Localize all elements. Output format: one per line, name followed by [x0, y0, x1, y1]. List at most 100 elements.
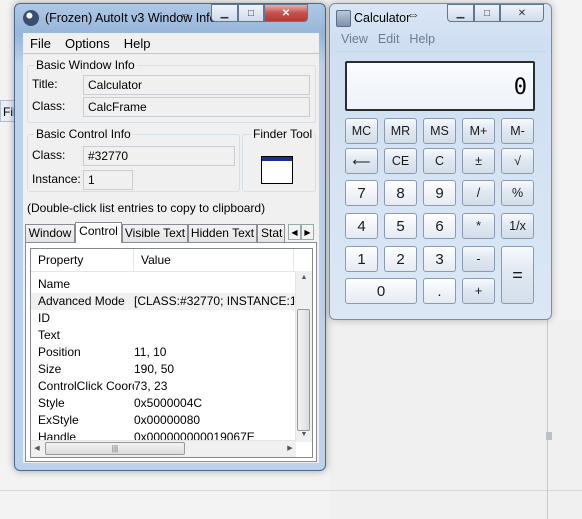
background-divider — [0, 490, 582, 491]
add-button[interactable]: + — [462, 278, 495, 304]
menu-options[interactable]: Options — [58, 36, 117, 51]
control-class-label: Class: — [32, 148, 66, 162]
menu-view[interactable]: View — [336, 32, 373, 46]
minimize-button[interactable]: ▁ — [447, 4, 474, 22]
value-cell — [134, 327, 294, 344]
m-minus-button[interactable]: M- — [501, 118, 534, 144]
hint-text: (Double-click list entries to copy to cl… — [27, 201, 266, 215]
class-field[interactable]: CalcFrame — [83, 97, 310, 117]
digit-3-button[interactable]: 3 — [423, 246, 456, 272]
digit-5-button[interactable]: 5 — [384, 213, 417, 239]
vertical-scrollbar[interactable]: ▲ ▼ — [295, 271, 312, 442]
tab-scroll-left-icon[interactable]: ◀ — [288, 224, 301, 240]
decimal-button[interactable]: . — [423, 278, 456, 304]
multiply-button[interactable]: * — [462, 213, 495, 239]
property-cell: Style — [38, 396, 65, 410]
table-row[interactable]: Text — [31, 327, 301, 344]
m-plus-button[interactable]: M+ — [462, 118, 495, 144]
digit-2-button[interactable]: 2 — [384, 246, 417, 272]
close-button[interactable]: ✕ — [264, 4, 308, 22]
basic-window-info-group: Basic Window Info Title: Calculator Clas… — [27, 58, 316, 123]
table-row[interactable]: Name — [31, 276, 301, 293]
client-area: Basic Window Info Title: Calculator Clas… — [23, 54, 319, 463]
equals-button[interactable]: = — [501, 246, 534, 304]
digit-4-button[interactable]: 4 — [345, 213, 378, 239]
instance-field[interactable]: 1 — [83, 170, 133, 190]
digit-1-button[interactable]: 1 — [345, 246, 378, 272]
property-cell: Position — [38, 345, 81, 359]
close-button[interactable]: ✕ — [500, 4, 544, 22]
table-row[interactable]: Position 11, 10 — [31, 344, 301, 361]
class-label: Class: — [32, 99, 66, 113]
property-cell: Name — [38, 277, 71, 291]
properties-list[interactable]: Property Value Name Advanced Mode [CLASS:#… — [30, 248, 313, 458]
backspace-button[interactable]: ⟵ — [345, 148, 378, 174]
horizontal-scrollbar[interactable]: ◀ ||| ▶ — [31, 440, 296, 457]
divide-button[interactable]: / — [462, 180, 495, 206]
tab-hidden-text[interactable]: Hidden Text — [188, 224, 257, 242]
square-root-button[interactable]: √ — [501, 148, 534, 174]
title-field[interactable]: Calculator — [83, 75, 310, 95]
basic-control-info-group: Basic Control Info Class: #32770 Instanc… — [27, 127, 240, 192]
group-title: Basic Control Info — [34, 127, 133, 141]
digit-6-button[interactable]: 6 — [423, 213, 456, 239]
property-cell: Text — [38, 328, 61, 342]
digit-0-button[interactable]: 0 — [345, 278, 417, 304]
table-row[interactable]: ID — [31, 310, 301, 327]
subtract-button[interactable]: - — [462, 246, 495, 272]
group-title: Finder Tool — [251, 127, 315, 141]
value-cell — [134, 310, 294, 327]
column-header-value[interactable]: Value — [134, 249, 294, 271]
property-cell: ExStyle — [38, 413, 79, 427]
plus-minus-button[interactable]: ± — [462, 148, 495, 174]
reciprocal-button[interactable]: 1/x — [501, 213, 534, 239]
table-row[interactable]: Style 0x5000004C — [31, 395, 301, 412]
property-cell: ID — [38, 311, 50, 325]
tab-visible-text[interactable]: Visible Text — [122, 224, 188, 242]
property-cell: ControlClick Coords — [38, 379, 134, 393]
scroll-down-icon[interactable]: ▼ — [296, 428, 312, 442]
tab-window[interactable]: Window — [25, 224, 75, 242]
table-row[interactable]: ExStyle 0x00000080 — [31, 412, 301, 429]
maximize-button[interactable]: □ — [474, 4, 500, 22]
clear-button[interactable]: C — [423, 148, 456, 174]
background-marker — [546, 432, 552, 440]
scroll-up-icon[interactable]: ▲ — [296, 271, 312, 285]
clear-entry-button[interactable]: CE — [384, 148, 417, 174]
finder-tool-icon[interactable] — [261, 156, 293, 184]
menu-file[interactable]: File — [23, 36, 58, 51]
tab-scroll-right-icon[interactable]: ▶ — [301, 224, 314, 240]
table-row[interactable]: ControlClick Coords73, 23 — [31, 378, 301, 395]
menu-help[interactable]: Help — [117, 36, 158, 51]
tab-control[interactable]: Control — [75, 222, 122, 243]
finder-tool-group: Finder Tool — [242, 127, 316, 192]
title-label: Title: — [32, 77, 58, 91]
calculator-menu-bar: View Edit Help — [336, 32, 440, 46]
display-value: 0 — [513, 75, 527, 100]
autoit-app-icon[interactable] — [23, 10, 39, 26]
calculator-app-icon[interactable] — [336, 10, 351, 27]
scroll-thumb[interactable]: ||| — [45, 442, 185, 455]
digit-9-button[interactable]: 9 — [423, 180, 456, 206]
table-row[interactable]: Size 190, 50 — [31, 361, 301, 378]
minimize-button[interactable]: ▁ — [211, 4, 238, 22]
column-header-property[interactable]: Property — [31, 249, 134, 271]
ms-button[interactable]: MS — [423, 118, 456, 144]
menu-edit[interactable]: Edit — [373, 32, 405, 46]
control-class-field[interactable]: #32770 — [83, 146, 235, 166]
mc-button[interactable]: MC — [345, 118, 378, 144]
tab-status[interactable]: Stat — [257, 224, 285, 242]
menu-help[interactable]: Help — [404, 32, 440, 46]
maximize-button[interactable]: □ — [238, 4, 264, 22]
scroll-right-icon[interactable]: ▶ — [284, 442, 296, 456]
mr-button[interactable]: MR — [384, 118, 417, 144]
digit-8-button[interactable]: 8 — [384, 180, 417, 206]
scroll-thumb[interactable] — [297, 309, 310, 431]
digit-7-button[interactable]: 7 — [345, 180, 378, 206]
window-title: Calculator — [354, 11, 411, 25]
percent-button[interactable]: % — [501, 180, 534, 206]
scroll-left-icon[interactable]: ◀ — [31, 442, 43, 456]
value-cell: 0x5000004C — [134, 396, 203, 410]
value-cell — [134, 276, 294, 293]
table-row[interactable]: Advanced Mode [CLASS:#32770; INSTANCE:1] — [31, 293, 301, 310]
